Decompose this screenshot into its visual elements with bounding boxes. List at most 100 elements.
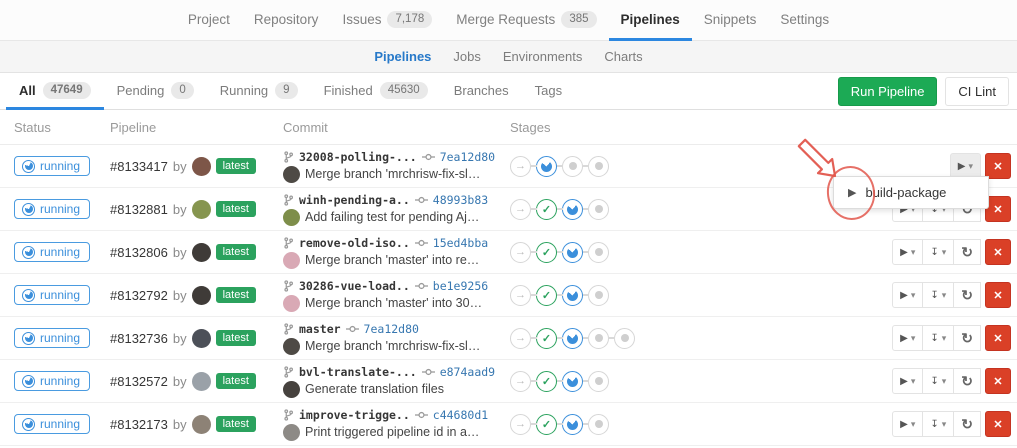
branch-name-link[interactable]: 32008-polling-... <box>299 150 417 164</box>
user-avatar[interactable] <box>192 329 211 348</box>
stage-status-skipped-icon[interactable]: → <box>510 199 531 220</box>
stage-status-passed-icon[interactable]: ✓ <box>536 242 557 263</box>
branch-name-link[interactable]: winh-pending-a.. <box>299 193 410 207</box>
nav-item-snippets[interactable]: Snippets <box>692 0 769 41</box>
status-badge-running[interactable]: running <box>14 371 90 391</box>
subnav-item-pipelines[interactable]: Pipelines <box>363 49 442 64</box>
tab-tags[interactable]: Tags <box>522 73 575 110</box>
pipeline-id-link[interactable]: #8132736 <box>110 331 168 346</box>
stage-status-running-icon[interactable] <box>562 199 583 220</box>
stage-status-passed-icon[interactable]: ✓ <box>536 371 557 392</box>
stage-status-created-icon[interactable] <box>588 199 609 220</box>
commit-message-link[interactable]: Generate translation files <box>305 382 444 396</box>
manual-actions-button[interactable]: ▶▾ <box>892 282 923 308</box>
stage-status-created-icon[interactable] <box>614 328 635 349</box>
tab-pending[interactable]: Pending0 <box>104 73 207 110</box>
pipeline-id-link[interactable]: #8132881 <box>110 202 168 217</box>
branch-name-link[interactable]: master <box>299 322 341 336</box>
retry-pipeline-button[interactable]: ↻ <box>953 368 981 394</box>
status-badge-running[interactable]: running <box>14 242 90 262</box>
nav-item-repository[interactable]: Repository <box>242 0 331 41</box>
branch-name-link[interactable]: bvl-translate-... <box>299 365 417 379</box>
retry-pipeline-button[interactable]: ↻ <box>953 239 981 265</box>
commit-sha-link[interactable]: e874aad9 <box>440 365 495 379</box>
ci-lint-button[interactable]: CI Lint <box>945 77 1009 106</box>
retry-pipeline-button[interactable]: ↻ <box>953 411 981 437</box>
pipeline-id-link[interactable]: #8132572 <box>110 374 168 389</box>
stage-status-created-icon[interactable] <box>588 242 609 263</box>
stage-status-running-icon[interactable] <box>536 156 557 177</box>
commit-message-link[interactable]: Merge branch 'mrchrisw-fix-sl… <box>305 339 480 353</box>
branch-name-link[interactable]: remove-old-iso.. <box>299 236 410 250</box>
stage-status-skipped-icon[interactable]: → <box>510 242 531 263</box>
commit-message-link[interactable]: Merge branch 'master' into 30… <box>305 296 482 310</box>
stage-status-skipped-icon[interactable]: → <box>510 285 531 306</box>
pipeline-id-link[interactable]: #8132173 <box>110 417 168 432</box>
download-artifacts-button[interactable]: ↧▾ <box>922 239 954 265</box>
stage-status-created-icon[interactable] <box>562 156 583 177</box>
dropdown-item-build-package[interactable]: ▶ build-package <box>834 185 988 200</box>
stage-status-created-icon[interactable] <box>588 414 609 435</box>
commit-message-link[interactable]: Add failing test for pending Aj… <box>305 210 479 224</box>
stage-status-skipped-icon[interactable]: → <box>510 328 531 349</box>
tab-branches[interactable]: Branches <box>441 73 522 110</box>
run-pipeline-button[interactable]: Run Pipeline <box>838 77 938 106</box>
commit-sha-link[interactable]: 7ea12d80 <box>364 322 419 336</box>
stage-status-created-icon[interactable] <box>588 371 609 392</box>
user-avatar[interactable] <box>192 157 211 176</box>
stage-status-running-icon[interactable] <box>562 371 583 392</box>
commit-message-link[interactable]: Merge branch 'master' into re… <box>305 253 479 267</box>
manual-actions-button[interactable]: ▶▾ <box>892 325 923 351</box>
cancel-pipeline-button[interactable]: ✕ <box>985 325 1011 351</box>
nav-item-pipelines[interactable]: Pipelines <box>609 0 692 41</box>
commit-message-link[interactable]: Merge branch 'mrchrisw-fix-sl… <box>305 167 480 181</box>
stage-status-passed-icon[interactable]: ✓ <box>536 285 557 306</box>
cancel-pipeline-button[interactable]: ✕ <box>985 411 1011 437</box>
tab-finished[interactable]: Finished45630 <box>311 73 441 110</box>
stage-status-skipped-icon[interactable]: → <box>510 371 531 392</box>
commit-sha-link[interactable]: 15ed4bba <box>433 236 488 250</box>
user-avatar[interactable] <box>192 415 211 434</box>
cancel-pipeline-button[interactable]: ✕ <box>985 239 1011 265</box>
branch-name-link[interactable]: improve-trigge.. <box>299 408 410 422</box>
retry-pipeline-button[interactable]: ↻ <box>953 325 981 351</box>
nav-item-project[interactable]: Project <box>176 0 242 41</box>
download-artifacts-button[interactable]: ↧▾ <box>922 411 954 437</box>
nav-item-merge-requests[interactable]: Merge Requests385 <box>444 0 608 41</box>
status-badge-running[interactable]: running <box>14 156 90 176</box>
user-avatar[interactable] <box>192 243 211 262</box>
subnav-item-environments[interactable]: Environments <box>492 49 593 64</box>
status-badge-running[interactable]: running <box>14 285 90 305</box>
stage-status-running-icon[interactable] <box>562 242 583 263</box>
branch-name-link[interactable]: 30286-vue-load.. <box>299 279 410 293</box>
status-badge-running[interactable]: running <box>14 414 90 434</box>
cancel-pipeline-button[interactable]: ✕ <box>985 368 1011 394</box>
stage-status-created-icon[interactable] <box>588 285 609 306</box>
stage-status-passed-icon[interactable]: ✓ <box>536 199 557 220</box>
user-avatar[interactable] <box>192 286 211 305</box>
subnav-item-charts[interactable]: Charts <box>593 49 653 64</box>
status-badge-running[interactable]: running <box>14 199 90 219</box>
nav-item-issues[interactable]: Issues7,178 <box>330 0 444 41</box>
stage-status-running-icon[interactable] <box>562 328 583 349</box>
user-avatar[interactable] <box>192 372 211 391</box>
commit-message-link[interactable]: Print triggered pipeline id in a… <box>305 425 479 439</box>
pipeline-id-link[interactable]: #8132806 <box>110 245 168 260</box>
stage-status-running-icon[interactable] <box>562 285 583 306</box>
manual-actions-button[interactable]: ▶▾ <box>892 368 923 394</box>
commit-sha-link[interactable]: be1e9256 <box>433 279 488 293</box>
stage-status-created-icon[interactable] <box>588 156 609 177</box>
nav-item-settings[interactable]: Settings <box>768 0 841 41</box>
download-artifacts-button[interactable]: ↧▾ <box>922 282 954 308</box>
manual-actions-button[interactable]: ▶▾ <box>892 239 923 265</box>
user-avatar[interactable] <box>192 200 211 219</box>
stage-status-running-icon[interactable] <box>562 414 583 435</box>
stage-status-passed-icon[interactable]: ✓ <box>536 328 557 349</box>
download-artifacts-button[interactable]: ↧▾ <box>922 325 954 351</box>
pipeline-id-link[interactable]: #8133417 <box>110 159 168 174</box>
commit-sha-link[interactable]: c44680d1 <box>433 408 488 422</box>
commit-sha-link[interactable]: 7ea12d80 <box>440 150 495 164</box>
retry-pipeline-button[interactable]: ↻ <box>953 282 981 308</box>
download-artifacts-button[interactable]: ↧▾ <box>922 368 954 394</box>
tab-all[interactable]: All47649 <box>6 73 104 110</box>
